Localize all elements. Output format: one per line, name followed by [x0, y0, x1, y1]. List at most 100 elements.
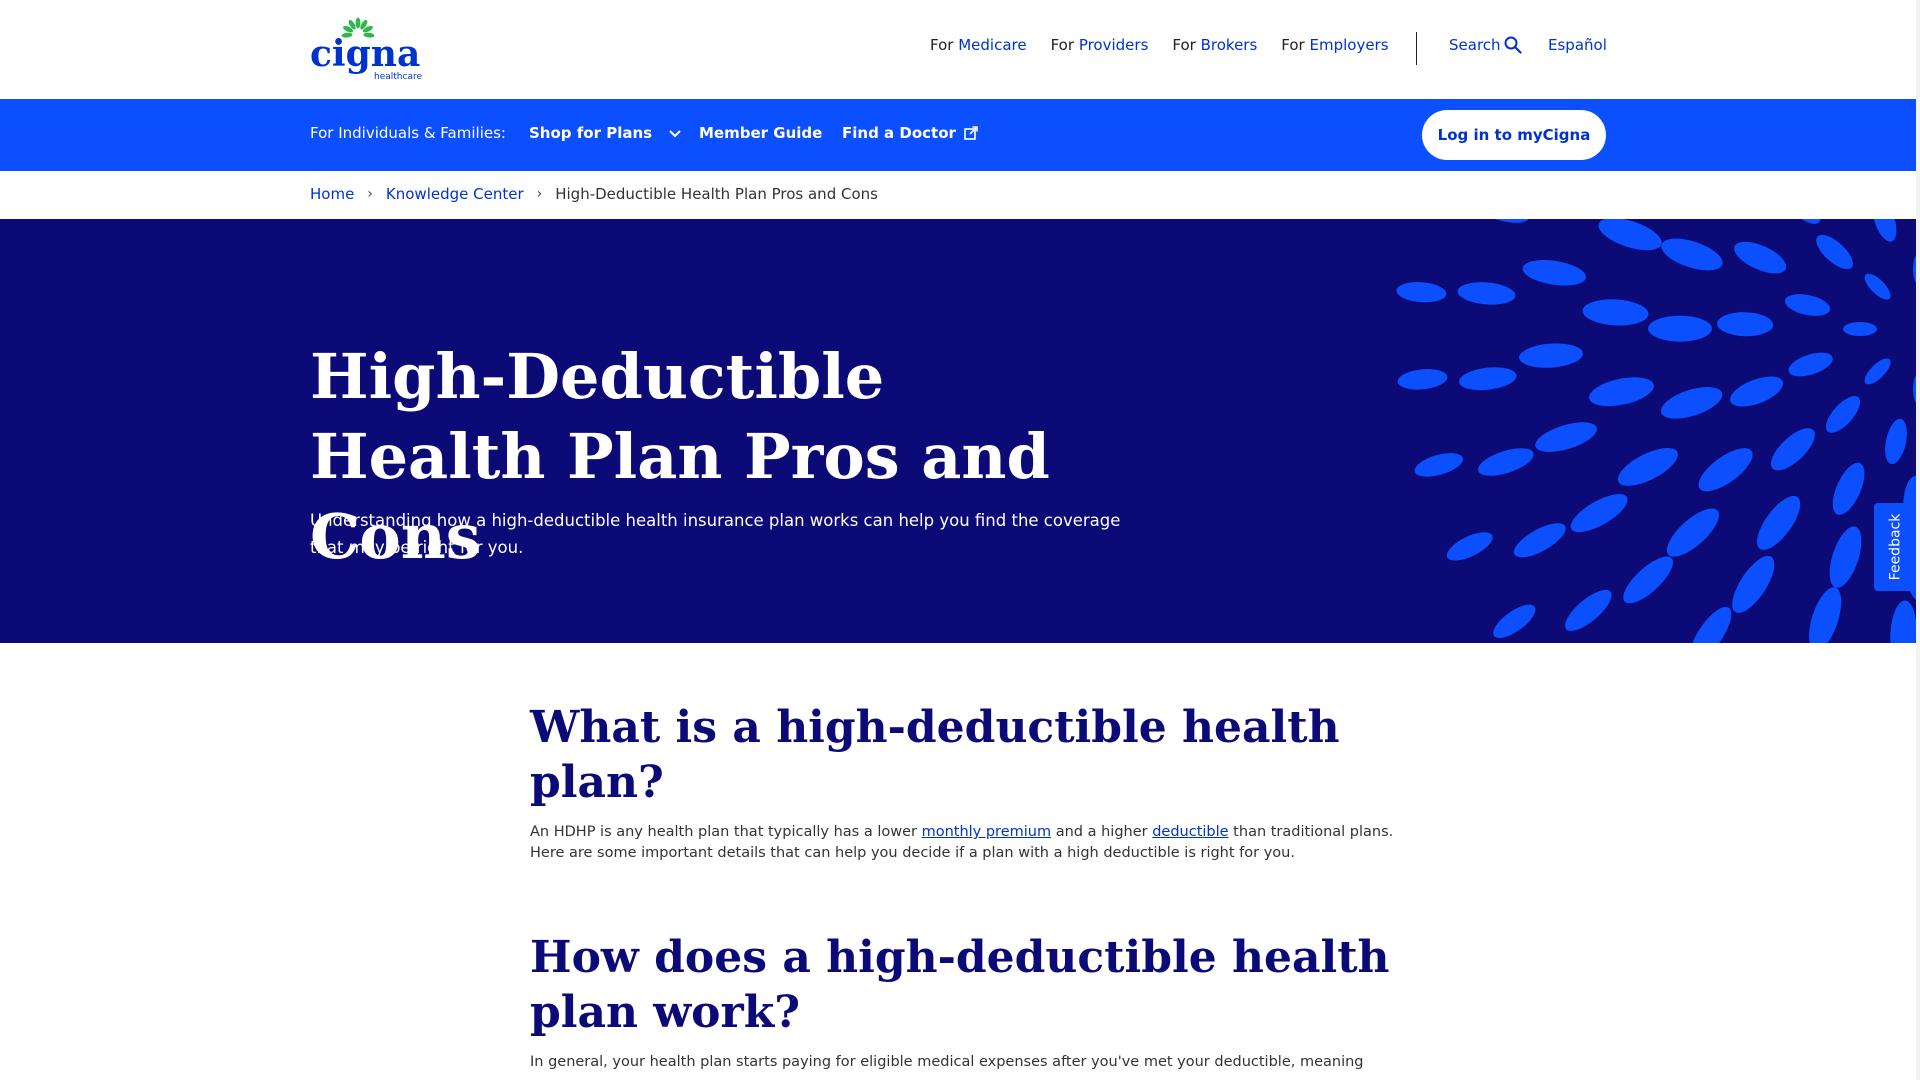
leaf-shape — [1623, 556, 1673, 604]
leaf-shape — [1513, 523, 1566, 558]
scrollbar-track[interactable] — [1916, 0, 1920, 1080]
leaf-shape — [1535, 422, 1597, 452]
leaf-shape — [1666, 508, 1719, 557]
hero-subtitle: Understanding how a high-deductible heal… — [310, 511, 1121, 557]
logo-wordmark: cigna — [310, 33, 420, 75]
leaf-shape — [1396, 282, 1447, 303]
cigna-logo[interactable]: cigna healthcare — [310, 16, 430, 82]
search-button[interactable]: Search — [1449, 36, 1522, 54]
utility-prefix: For — [1050, 36, 1075, 54]
chevron-right-icon: › — [367, 186, 373, 202]
leaf-shape — [1458, 367, 1517, 391]
hero-banner: High-Deductible Health Plan Pros and Con… — [0, 219, 1916, 643]
leaf-shape — [1730, 376, 1784, 407]
leaf-pattern-graphic — [1396, 219, 1916, 643]
search-label: Search — [1449, 36, 1501, 54]
utility-prefix: For — [930, 36, 954, 54]
leaf-shape — [1872, 219, 1897, 242]
utility-header: cigna healthcare For Medicare For Provid… — [0, 0, 1920, 99]
leaf-shape — [1617, 447, 1678, 486]
search-icon — [1504, 36, 1522, 54]
leaf-shape — [1473, 219, 1530, 223]
leaf-shape — [1832, 462, 1865, 515]
leaf-shape — [1477, 448, 1534, 476]
leaf-shape — [1565, 589, 1612, 631]
breadcrumb: Home › Knowledge Center › High-Deductibl… — [310, 185, 878, 203]
leaf-shape — [1843, 322, 1877, 336]
section-paragraph-how: In general, your health plan starts payi… — [530, 1054, 1364, 1070]
breadcrumb-current: High-Deductible Health Plan Pros and Con… — [555, 185, 878, 203]
leaf-shape — [1519, 343, 1583, 368]
cigna-logo-mark: cigna healthcare — [310, 17, 422, 82]
leaf-shape — [1522, 259, 1586, 286]
leaf-shape — [1446, 532, 1493, 561]
utility-prefix: For — [1281, 36, 1305, 54]
utility-label: Providers — [1078, 36, 1149, 54]
monthly-premium-link[interactable]: monthly premium — [922, 824, 1052, 840]
leaf-shape — [1809, 587, 1842, 643]
deductible-link[interactable]: deductible — [1152, 824, 1228, 840]
page: cigna healthcare For Medicare For Provid… — [0, 0, 1920, 1080]
logo-subtext: healthcare — [374, 72, 422, 82]
utility-link-providers[interactable]: For Providers — [1051, 36, 1149, 54]
leaf-shape — [1770, 428, 1815, 471]
leaf-shape — [1767, 642, 1801, 643]
chevron-down-icon — [669, 129, 682, 137]
utility-link-brokers[interactable]: For Brokers — [1172, 36, 1257, 54]
feedback-tab[interactable]: Feedback — [1874, 503, 1916, 591]
paragraph-text: and a higher — [1051, 824, 1153, 840]
utility-label: Brokers — [1200, 36, 1258, 54]
main-nav: For Individuals & Families: Shop for Pla… — [0, 99, 1916, 171]
utility-link-medicare[interactable]: For Medicare — [930, 36, 1027, 54]
leaf-shape — [1409, 219, 1462, 222]
shop-for-plans-dropdown[interactable]: Shop for Plans — [529, 124, 687, 142]
leaf-shape — [1414, 453, 1464, 477]
leaf-shape — [1660, 386, 1723, 419]
leaf-shape — [1788, 352, 1833, 377]
section-heading-how: How does a high-deductible health plan w… — [530, 932, 1390, 1038]
leaf-shape — [1778, 219, 1821, 224]
leaf-shape — [1885, 418, 1907, 465]
leaf-shape — [1598, 219, 1662, 251]
leaf-shape — [1784, 294, 1831, 316]
leaf-shape — [1589, 377, 1654, 407]
leaf-shape — [1493, 604, 1536, 639]
leaf-shape — [1648, 315, 1712, 342]
shop-label: Shop for Plans — [529, 124, 653, 142]
chevron-right-icon: › — [536, 186, 543, 202]
section-heading-what: What is a high-deductible health plan? — [530, 702, 1340, 808]
utility-label: Medicare — [958, 36, 1027, 54]
external-link-icon — [964, 125, 978, 140]
leaf-shape — [1829, 526, 1862, 588]
leaf-shape — [1864, 273, 1891, 300]
find-doctor-label: Find a Doctor — [842, 124, 956, 142]
leaf-shape — [1864, 358, 1891, 385]
leaf-shape — [1582, 299, 1649, 326]
leaf-shape — [1825, 396, 1861, 433]
leaf-shape — [1623, 640, 1676, 643]
leaf-shape — [1816, 234, 1853, 270]
member-guide-link[interactable]: Member Guide — [699, 124, 822, 142]
section-paragraph-what: An HDHP is any health plan that typicall… — [530, 822, 1410, 864]
find-a-doctor-link[interactable]: Find a Doctor — [842, 124, 979, 142]
breadcrumb-home[interactable]: Home — [310, 185, 354, 203]
breadcrumb-knowledge-center[interactable]: Knowledge Center — [386, 185, 524, 203]
leaf-shape — [1734, 241, 1787, 274]
leaf-shape — [1732, 555, 1775, 613]
leaf-shape — [1717, 312, 1774, 337]
leaf-shape — [1757, 495, 1801, 550]
leaf-shape — [1698, 448, 1753, 492]
utility-nav: For Medicare For Providers For Brokers F… — [930, 36, 1413, 54]
utility-prefix: For — [1172, 36, 1196, 54]
feedback-label: Feedback — [1887, 513, 1904, 581]
paragraph-text: An HDHP is any health plan that typicall… — [530, 824, 922, 840]
leaf-shape — [1457, 282, 1516, 305]
utility-divider — [1416, 32, 1417, 65]
utility-label: Employers — [1309, 36, 1389, 54]
article-body: What is a high-deductible health plan? A… — [530, 700, 1410, 1073]
language-toggle[interactable]: Español — [1548, 36, 1607, 54]
utility-link-employers[interactable]: For Employers — [1281, 36, 1388, 54]
leaf-shape — [1890, 600, 1916, 643]
leaf-shape — [1690, 606, 1732, 643]
login-button[interactable]: Log in to myCigna — [1422, 110, 1606, 160]
